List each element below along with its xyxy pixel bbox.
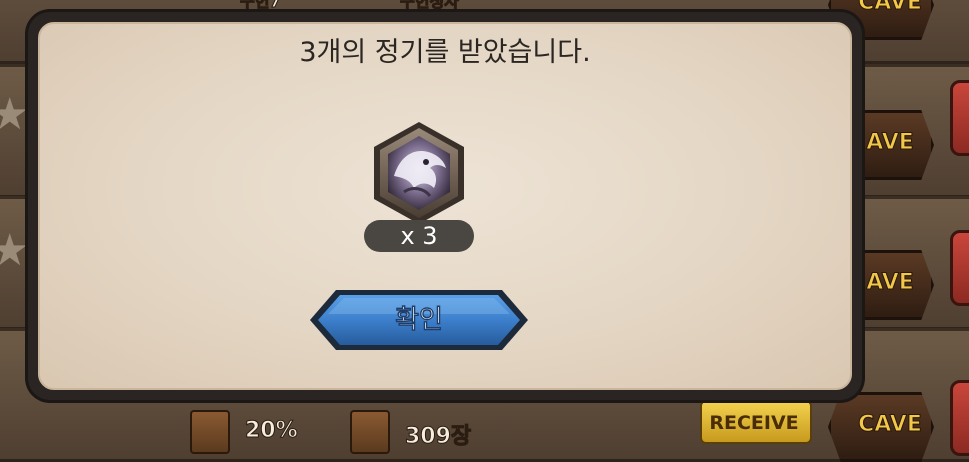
dark-dragon-spirit-icon — [374, 122, 464, 224]
card-stack-icon — [350, 410, 390, 454]
cave-button-label: CAVE — [858, 412, 923, 438]
dialog-title: 3개의 정기를 받았습니다. — [299, 37, 591, 68]
cave-button-label: CAVE — [858, 0, 923, 16]
top-stat: 구헌7 — [240, 0, 282, 12]
side-tab[interactable] — [950, 80, 969, 156]
bottom-stat: 20% — [245, 418, 299, 444]
top-stat: 구헌청자 — [400, 0, 460, 12]
card-icon — [190, 410, 230, 454]
cave-button-label: AVE — [866, 270, 915, 296]
side-tab[interactable] — [950, 380, 969, 456]
receive-button-label: RECEIVE — [709, 412, 799, 434]
confirm-button-label: 확인 — [395, 305, 443, 336]
side-tab[interactable] — [950, 230, 969, 306]
bottom-stat: 309장 — [404, 424, 472, 450]
item-count-badge: x 3 — [364, 220, 474, 252]
cave-button-label: AVE — [866, 130, 915, 156]
